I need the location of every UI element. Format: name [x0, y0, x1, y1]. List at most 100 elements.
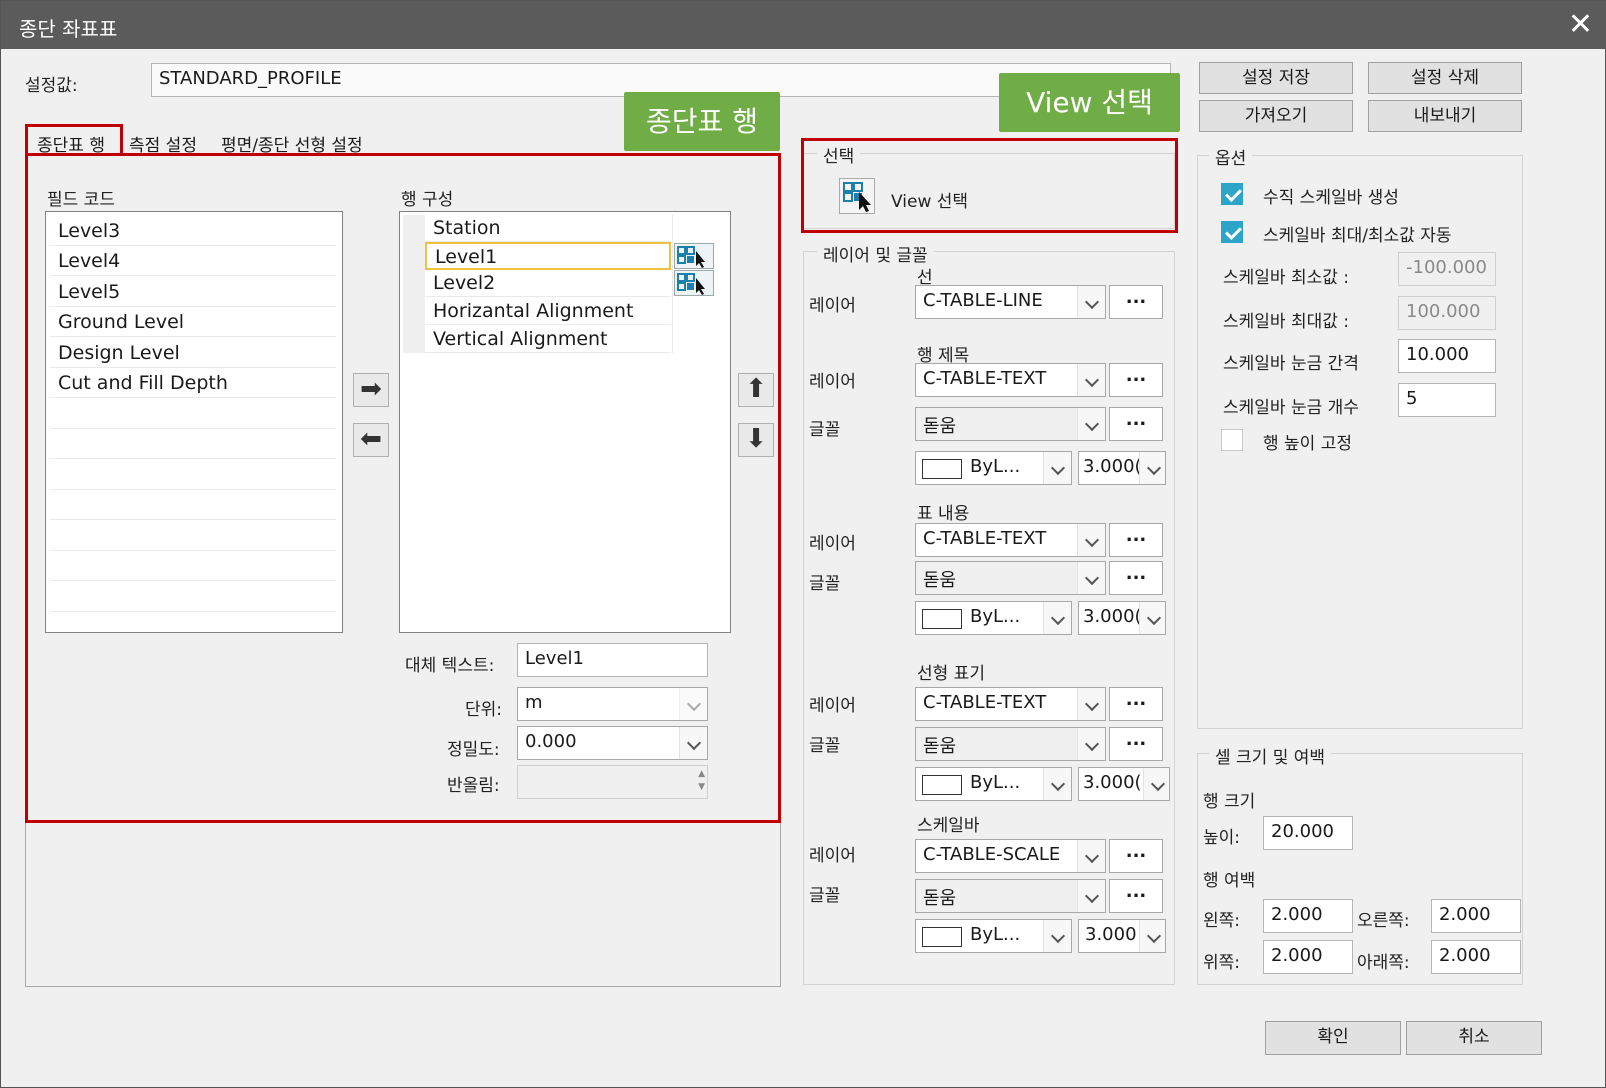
list-item[interactable]: Cut and Fill Depth [50, 368, 336, 398]
auto-minmax-checkbox[interactable] [1221, 221, 1243, 243]
scalebar-max-input[interactable]: 100.000 [1398, 296, 1496, 330]
chevron-down-icon [1077, 524, 1105, 556]
list-row-empty [50, 582, 336, 612]
move-down-button[interactable]: ⬇ [738, 423, 774, 457]
row-title-size-value: 3.000( [1083, 456, 1142, 477]
color-swatch [922, 609, 962, 629]
list-item[interactable]: Ground Level [50, 307, 336, 337]
chevron-down-icon [1139, 602, 1165, 634]
layer-label: 레이어 [809, 534, 856, 554]
row-title-layer-select[interactable]: C-TABLE-TEXT [915, 363, 1106, 397]
scalebar-count-input[interactable]: 5 [1398, 383, 1496, 417]
setting-value: STANDARD_PROFILE [159, 68, 342, 89]
line-layer-select[interactable]: C-TABLE-LINE [915, 285, 1106, 319]
list-item[interactable]: Level2 [425, 270, 671, 297]
add-row-button[interactable]: ➡ [353, 373, 389, 407]
list-item[interactable]: Level5 [50, 277, 336, 307]
alignment-font-select[interactable]: 돋움 [915, 727, 1106, 761]
fixed-row-height-checkbox[interactable] [1221, 429, 1243, 451]
import-button[interactable]: 가져오기 [1199, 100, 1353, 132]
field-code-list[interactable]: Level3 Level4 Level5 Ground Level Design… [45, 211, 343, 633]
chevron-down-icon [1077, 562, 1105, 594]
row-title-font-value: 돋움 [923, 416, 957, 437]
spinner-arrows-icon[interactable]: ▲ ▼ [698, 768, 705, 794]
color-swatch [922, 927, 962, 947]
close-icon[interactable]: ✕ [1568, 7, 1593, 42]
row-title-font-select[interactable]: 돋움 [915, 407, 1106, 441]
margin-top-label: 위쪽: [1203, 953, 1241, 973]
unit-select[interactable]: m [517, 687, 708, 721]
margin-bottom-input[interactable]: 2.000 [1431, 940, 1521, 974]
list-item[interactable]: Design Level [50, 338, 336, 368]
scalebar-font-more-button[interactable]: ... [1109, 879, 1163, 913]
table-content-layer-select[interactable]: C-TABLE-TEXT [915, 523, 1106, 557]
row-config-title: 행 구성 [401, 190, 454, 210]
row-height-input[interactable]: 20.000 [1263, 816, 1353, 850]
table-content-color-select[interactable]: ByL... [915, 601, 1072, 635]
row-size-label: 행 크기 [1203, 792, 1256, 812]
list-row-empty [50, 551, 336, 581]
table-content-font-select[interactable]: 돋움 [915, 561, 1106, 595]
row-title-color-select[interactable]: ByL... [915, 451, 1072, 485]
scalebar-color-select[interactable]: ByL... [915, 919, 1072, 953]
list-item-selected[interactable]: Level1 [425, 242, 671, 270]
list-item[interactable]: Vertical Alignment [425, 325, 671, 353]
view-select-button[interactable]: View 선택 [891, 187, 968, 212]
list-item[interactable]: Level3 [50, 216, 336, 246]
view-select-icon[interactable] [839, 178, 875, 219]
auto-minmax-label: 스케일바 최대/최소값 자동 [1263, 226, 1452, 246]
scalebar-interval-input[interactable]: 10.000 [1398, 339, 1496, 373]
margin-right-value: 2.000 [1439, 904, 1491, 925]
chevron-down-icon [1143, 768, 1169, 800]
table-content-size-select[interactable]: 3.000( [1078, 601, 1166, 635]
row-title-layer-more-button[interactable]: ... [1109, 363, 1163, 397]
move-up-button[interactable]: ⬆ [738, 373, 774, 407]
tab-alignment-settings[interactable]: 평면/종단 선형 설정 [221, 131, 363, 156]
cancel-button[interactable]: 취소 [1406, 1021, 1542, 1055]
margin-left-input[interactable]: 2.000 [1263, 899, 1353, 933]
remove-row-button[interactable]: ⬅ [353, 423, 389, 457]
alignment-font-more-button[interactable]: ... [1109, 727, 1163, 761]
list-item[interactable]: Horizantal Alignment [425, 297, 671, 325]
export-button[interactable]: 내보내기 [1368, 100, 1522, 132]
scalebar-size-select[interactable]: 3.000 [1078, 919, 1166, 953]
row-title-font-more-button[interactable]: ... [1109, 407, 1163, 441]
scalebar-count-label: 스케일바 눈금 개수 [1223, 398, 1359, 418]
save-setting-button[interactable]: 설정 저장 [1199, 62, 1353, 94]
precision-select[interactable]: 0.000 [517, 726, 708, 760]
alignment-color-select[interactable]: ByL... [915, 767, 1072, 801]
list-item[interactable]: Station [425, 215, 671, 242]
ok-button[interactable]: 확인 [1265, 1021, 1401, 1055]
scalebar-layer-select[interactable]: C-TABLE-SCALE [915, 839, 1106, 873]
alignment-size-select[interactable]: 3.000( [1078, 767, 1170, 801]
alt-text-input[interactable]: Level1 [517, 643, 708, 677]
line-layer-more-button[interactable]: ... [1109, 285, 1163, 319]
chevron-down-icon [1077, 688, 1105, 720]
tab-profile-rows[interactable]: 종단표 행 [37, 131, 105, 156]
delete-setting-button[interactable]: 설정 삭제 [1368, 62, 1522, 94]
table-content-layer-value: C-TABLE-TEXT [923, 528, 1047, 549]
precision-value: 0.000 [525, 731, 577, 752]
rounding-spinner[interactable]: ▲ ▼ [517, 765, 708, 799]
vertical-scalebar-checkbox[interactable] [1221, 183, 1243, 205]
tab-station-settings[interactable]: 측점 설정 [129, 131, 197, 156]
row-title-layer-value: C-TABLE-TEXT [923, 368, 1047, 389]
scalebar-min-input[interactable]: -100.000 [1398, 252, 1496, 286]
layer-label: 레이어 [809, 372, 856, 392]
scalebar-font-select[interactable]: 돋움 [915, 879, 1106, 913]
alignment-layer-select[interactable]: C-TABLE-TEXT [915, 687, 1106, 721]
alignment-layer-more-button[interactable]: ... [1109, 687, 1163, 721]
table-content-layer-more-button[interactable]: ... [1109, 523, 1163, 557]
row-config-list[interactable]: Station Level1 Level2 Horizantal Alignme… [399, 211, 731, 633]
scalebar-min-label: 스케일바 최소값 : [1223, 268, 1350, 288]
view-select-icon[interactable] [674, 270, 714, 301]
list-item[interactable]: Level4 [50, 246, 336, 276]
table-content-font-more-button[interactable]: ... [1109, 561, 1163, 595]
scalebar-max-label: 스케일바 최대값 : [1223, 312, 1350, 332]
scalebar-layer-more-button[interactable]: ... [1109, 839, 1163, 873]
row-title-size-select[interactable]: 3.000( [1078, 451, 1166, 485]
margin-bottom-value: 2.000 [1439, 945, 1491, 966]
margin-right-input[interactable]: 2.000 [1431, 899, 1521, 933]
margin-top-input[interactable]: 2.000 [1263, 940, 1353, 974]
layer-label: 레이어 [809, 846, 856, 866]
